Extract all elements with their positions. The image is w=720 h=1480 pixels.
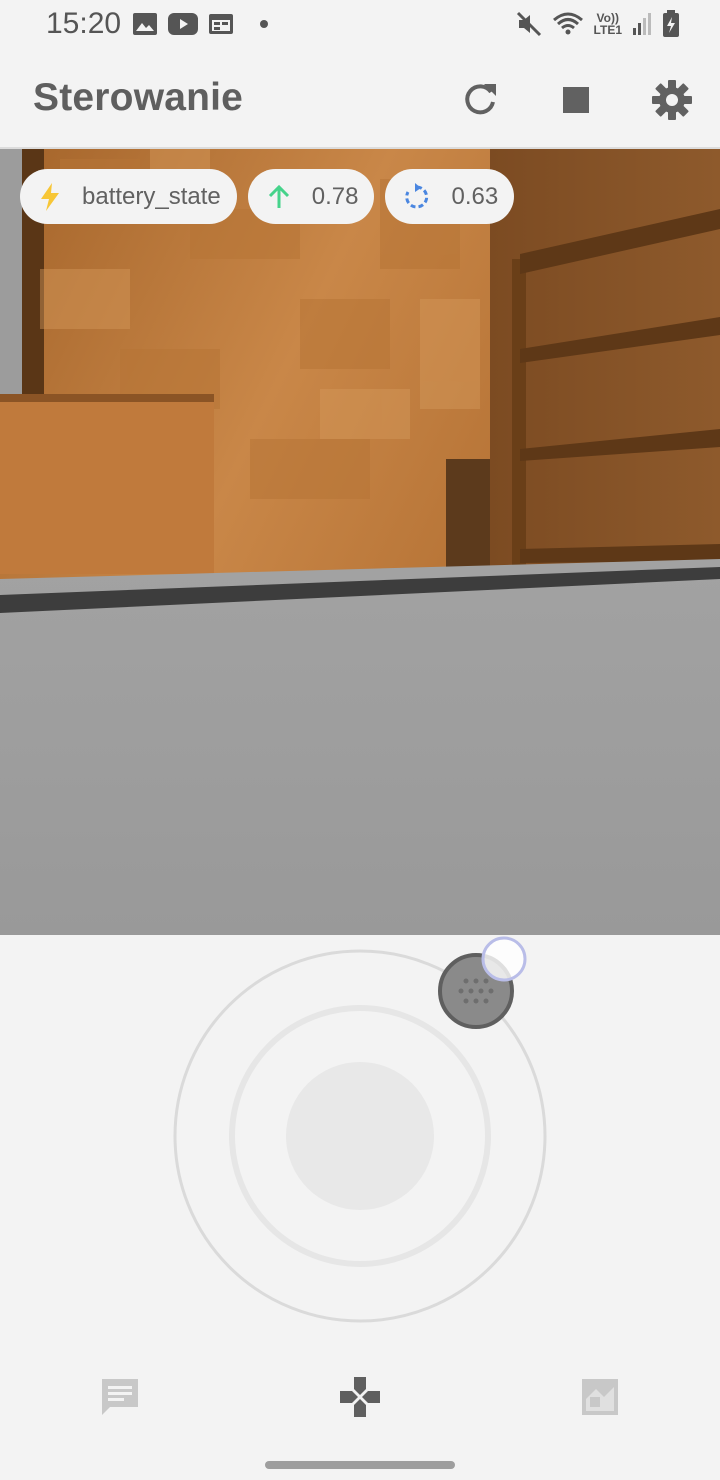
telemetry-chips: battery_state 0.78 0.63 xyxy=(20,169,515,224)
image-icon xyxy=(133,13,157,35)
nav-control[interactable] xyxy=(330,1367,390,1427)
camera-image xyxy=(0,149,720,935)
system-icons: Vo)) LTE1 xyxy=(516,10,680,38)
more-notifications-dot xyxy=(260,20,268,28)
battery-chip[interactable]: battery_state xyxy=(20,169,237,224)
angular-velocity-chip[interactable]: 0.63 xyxy=(385,169,515,224)
status-time: 15:20 xyxy=(46,7,122,40)
rotate-icon xyxy=(405,182,429,208)
joystick-area xyxy=(0,935,720,1355)
nav-chat[interactable] xyxy=(90,1367,150,1427)
touch-indicator xyxy=(481,936,527,982)
home-indicator[interactable] xyxy=(265,1461,455,1469)
settings-icon xyxy=(652,80,692,120)
linear-velocity-value: 0.78 xyxy=(311,182,359,210)
joystick-center xyxy=(286,1062,434,1210)
arrow-up-icon xyxy=(268,184,289,208)
page-title: Sterowanie xyxy=(33,76,244,119)
settings-button[interactable] xyxy=(646,74,698,126)
lightning-icon xyxy=(41,182,59,211)
stop-icon xyxy=(563,87,589,113)
signal-icon xyxy=(633,13,651,35)
stop-button[interactable] xyxy=(550,74,602,126)
refresh-button[interactable] xyxy=(454,74,506,126)
map-icon xyxy=(582,1379,618,1415)
app-bar: Sterowanie xyxy=(0,50,720,149)
camera-view: battery_state 0.78 0.63 xyxy=(0,149,720,935)
status-bar: 15:20 Vo)) LTE1 xyxy=(0,0,720,50)
calendar-icon xyxy=(209,14,233,34)
wifi-icon xyxy=(552,12,583,35)
nav-map[interactable] xyxy=(570,1367,630,1427)
youtube-icon xyxy=(168,13,198,35)
notification-icons xyxy=(132,12,268,36)
mute-icon xyxy=(516,11,541,37)
linear-velocity-chip[interactable]: 0.78 xyxy=(247,169,375,224)
battery-label: battery_state xyxy=(82,182,221,210)
battery-charging-icon xyxy=(663,10,679,37)
chat-icon xyxy=(102,1379,138,1415)
volte-lte-icon: Vo)) LTE1 xyxy=(593,11,622,37)
angular-velocity-value: 0.63 xyxy=(451,182,499,210)
refresh-icon xyxy=(465,84,496,115)
gamepad-icon xyxy=(340,1377,380,1417)
bottom-navigation xyxy=(0,1355,720,1435)
